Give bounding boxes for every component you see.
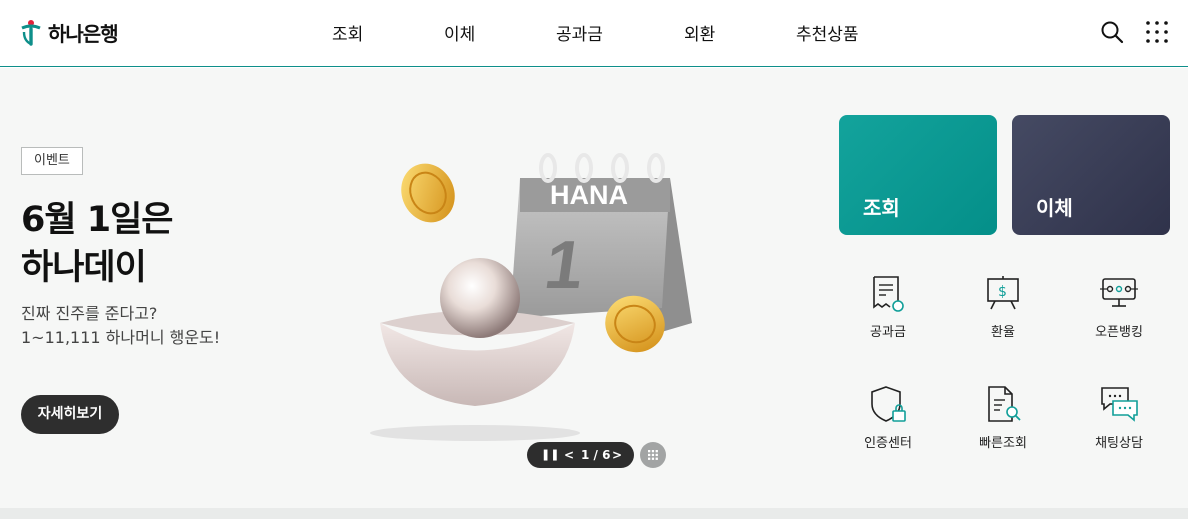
pause-icon[interactable]: ❚❚ xyxy=(541,442,559,468)
transfer-card-label: 이체 xyxy=(1036,196,1073,220)
quick-menu-exchange-rate[interactable]: $ 환율 xyxy=(948,273,1058,363)
quick-menu-label: 오픈뱅킹 xyxy=(1095,325,1143,340)
hana-logo-icon xyxy=(21,20,41,46)
nav-item-utility-bills[interactable]: 공과금 xyxy=(556,20,603,45)
quick-menu-label: 채팅상담 xyxy=(1095,436,1143,451)
quick-menu-chat-consult[interactable]: 채팅상담 xyxy=(1064,384,1174,474)
prev-arrow-icon[interactable]: < xyxy=(564,442,574,468)
quick-menu-label: 공과금 xyxy=(870,325,906,340)
quick-menu-label: 빠른조회 xyxy=(979,436,1027,451)
desc-line-1: 진짜 진주를 준다고? xyxy=(21,304,158,323)
coin-top xyxy=(401,163,455,223)
nav-item-foreign-exchange[interactable]: 외환 xyxy=(684,20,715,45)
banner-description: 진짜 진주를 준다고? 1~11,111 하나머니 행운도! xyxy=(21,302,220,350)
bill-receipt-icon xyxy=(873,276,904,312)
open-banking-monitor-icon xyxy=(1100,278,1138,307)
search-icon[interactable] xyxy=(1100,20,1124,44)
shield-lock-icon xyxy=(871,386,906,422)
banner-pager: ❚❚ < 1 / 6 > xyxy=(527,442,634,468)
hana-logo[interactable]: 하나은행 xyxy=(20,16,119,48)
calendar-rings xyxy=(539,153,665,183)
exchange-board-icon: $ xyxy=(987,276,1019,310)
quick-menu-utility-bills[interactable]: 공과금 xyxy=(833,273,943,363)
svg-text:$: $ xyxy=(998,284,1007,300)
all-menu-icon[interactable] xyxy=(1145,20,1169,44)
banner-headline: 6월 1일은 하나데이 xyxy=(21,196,173,292)
calendar-brand-text: HANA xyxy=(550,180,628,210)
header: 하나은행 조회 이체 공과금 외환 추천상품 xyxy=(0,0,1188,67)
main-visual-area: 이벤트 6월 1일은 하나데이 진짜 진주를 준다고? 1~11,111 하나머… xyxy=(0,68,1188,508)
footer-strip xyxy=(0,508,1188,519)
quick-menu-open-banking[interactable]: 오픈뱅킹 xyxy=(1064,273,1174,363)
inquiry-card-label: 조회 xyxy=(863,196,900,220)
desc-line-2: 1~11,111 하나머니 행운도! xyxy=(21,328,221,347)
pearl-calendar-illustration: HANA 1 xyxy=(370,153,692,441)
quick-menu-quick-inquiry[interactable]: 빠른조회 xyxy=(948,384,1058,474)
event-tag: 이벤트 xyxy=(21,147,83,175)
quick-menu-certificate-center[interactable]: 인증센터 xyxy=(833,384,943,474)
quick-menu-label: 인증센터 xyxy=(864,436,912,451)
pearl xyxy=(440,258,520,338)
quick-menu-label: 환율 xyxy=(991,325,1015,340)
inquiry-card[interactable]: 조회 xyxy=(839,115,997,235)
view-details-button[interactable]: 자세히보기 xyxy=(21,395,119,434)
chat-bubbles-icon xyxy=(1101,387,1138,422)
logo-text: 하나은행 xyxy=(48,21,119,46)
next-arrow-icon[interactable]: > xyxy=(612,442,622,468)
document-search-icon xyxy=(988,386,1021,422)
transfer-card[interactable]: 이체 xyxy=(1012,115,1170,235)
banner-grid-icon[interactable] xyxy=(640,442,666,468)
pager-count: 1 / 6 xyxy=(581,448,611,462)
headline-line-1: 6월 1일은 xyxy=(21,200,173,240)
headline-line-2: 하나데이 xyxy=(21,248,147,288)
nav-item-inquiry[interactable]: 조회 xyxy=(332,20,363,45)
nav-item-transfer[interactable]: 이체 xyxy=(444,20,475,45)
nav-item-recommended-products[interactable]: 추천상품 xyxy=(796,20,859,45)
